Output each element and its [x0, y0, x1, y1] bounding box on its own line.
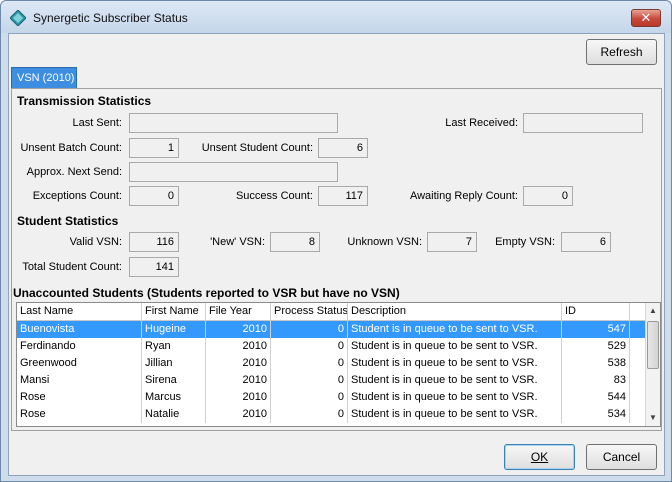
cell-id: 534	[562, 406, 630, 423]
cell-id: 538	[562, 355, 630, 372]
unsent-batch-value: 1	[129, 138, 179, 158]
refresh-label: Refresh	[600, 45, 643, 59]
table-row[interactable]: Ferdinando Ryan 2010 0 Student is in que…	[17, 338, 645, 355]
empty-vsn-value: 6	[561, 232, 611, 252]
unsent-student-value: 6	[318, 138, 368, 158]
dialog-body: Refresh VSN (2010) Transmission Statisti…	[8, 33, 665, 476]
scroll-down-arrow-icon[interactable]: ▼	[649, 413, 657, 422]
unknown-vsn-value: 7	[427, 232, 477, 252]
ok-label: OK	[530, 450, 549, 464]
cell-id: 547	[562, 321, 630, 338]
cell-last-name: Buenovista	[17, 321, 142, 338]
cell-description: Student is in queue to be sent to VSR.	[348, 338, 562, 355]
unsent-batch-label: Unsent Batch Count:	[20, 142, 122, 154]
cancel-label: Cancel	[602, 450, 641, 464]
valid-vsn-label: Valid VSN:	[69, 236, 122, 248]
cell-id: 83	[562, 372, 630, 389]
cell-last-name: Rose	[17, 406, 142, 423]
cell-id: 544	[562, 389, 630, 406]
awaiting-value: 0	[523, 186, 573, 206]
last-sent-label: Last Sent:	[72, 117, 122, 129]
cell-first-name: Natalie	[142, 406, 206, 423]
awaiting-label: Awaiting Reply Count:	[409, 190, 518, 202]
unaccounted-heading: Unaccounted Students (Students reported …	[13, 286, 400, 300]
col-header-description[interactable]: Description	[348, 303, 562, 320]
cell-process-status: 0	[271, 338, 348, 355]
grid-header: Last Name First Name File Year Process S…	[17, 303, 645, 321]
col-header-first-name[interactable]: First Name	[142, 303, 206, 320]
last-sent-field	[129, 113, 338, 133]
ok-button[interactable]: OK	[504, 444, 575, 470]
table-row[interactable]: Mansi Sirena 2010 0 Student is in queue …	[17, 372, 645, 389]
unaccounted-grid[interactable]: Last Name First Name File Year Process S…	[16, 302, 661, 427]
total-count-label: Total Student Count:	[22, 261, 122, 273]
cell-file-year: 2010	[206, 389, 271, 406]
success-value: 117	[318, 186, 368, 206]
table-row[interactable]: Buenovista Hugeine 2010 0 Student is in …	[17, 321, 645, 338]
dialog-window: Synergetic Subscriber Status ✕ Refresh V…	[0, 0, 672, 482]
cell-process-status: 0	[271, 355, 348, 372]
refresh-button[interactable]: Refresh	[586, 39, 657, 65]
grid-vertical-scrollbar[interactable]: ▲ ▼	[645, 303, 660, 426]
scroll-up-arrow-icon[interactable]: ▲	[649, 306, 657, 315]
cell-last-name: Mansi	[17, 372, 142, 389]
cell-id: 529	[562, 338, 630, 355]
app-diamond-icon	[10, 10, 26, 26]
close-button[interactable]: ✕	[631, 9, 661, 27]
col-header-id[interactable]: ID	[562, 303, 630, 320]
cell-file-year: 2010	[206, 355, 271, 372]
col-header-file-year[interactable]: File Year	[206, 303, 271, 320]
cell-first-name: Hugeine	[142, 321, 206, 338]
cell-file-year: 2010	[206, 406, 271, 423]
new-vsn-value: 8	[270, 232, 320, 252]
cell-last-name: Greenwood	[17, 355, 142, 372]
tab-vsn-2010[interactable]: VSN (2010)	[11, 67, 77, 88]
cell-last-name: Ferdinando	[17, 338, 142, 355]
last-received-field	[523, 113, 643, 133]
cell-process-status: 0	[271, 406, 348, 423]
close-icon: ✕	[640, 10, 652, 25]
cell-description: Student is in queue to be sent to VSR.	[348, 389, 562, 406]
tab-label: VSN (2010)	[17, 72, 75, 84]
cell-process-status: 0	[271, 321, 348, 338]
last-received-label: Last Received:	[445, 117, 518, 129]
cell-first-name: Marcus	[142, 389, 206, 406]
cell-first-name: Ryan	[142, 338, 206, 355]
cell-description: Student is in queue to be sent to VSR.	[348, 355, 562, 372]
cell-description: Student is in queue to be sent to VSR.	[348, 372, 562, 389]
cell-file-year: 2010	[206, 372, 271, 389]
cell-process-status: 0	[271, 372, 348, 389]
cancel-button[interactable]: Cancel	[586, 444, 657, 470]
table-row[interactable]: Rose Marcus 2010 0 Student is in queue t…	[17, 389, 645, 406]
cell-first-name: Jillian	[142, 355, 206, 372]
valid-vsn-value: 116	[129, 232, 179, 252]
transmission-heading: Transmission Statistics	[17, 94, 152, 108]
cell-description: Student is in queue to be sent to VSR.	[348, 321, 562, 338]
cell-last-name: Rose	[17, 389, 142, 406]
student-heading: Student Statistics	[17, 214, 119, 228]
col-header-process-status[interactable]: Process Status	[271, 303, 348, 320]
scroll-thumb[interactable]	[647, 321, 659, 369]
vsn-panel: Transmission Statistics Last Sent: Last …	[11, 88, 662, 431]
cell-process-status: 0	[271, 389, 348, 406]
col-header-last-name[interactable]: Last Name	[17, 303, 142, 320]
next-send-field	[129, 162, 338, 182]
success-label: Success Count:	[235, 190, 313, 202]
total-count-value: 141	[129, 257, 179, 277]
window-title: Synergetic Subscriber Status	[33, 11, 188, 25]
cell-description: Student is in queue to be sent to VSR.	[348, 406, 562, 423]
exceptions-label: Exceptions Count:	[32, 190, 122, 202]
unknown-vsn-label: Unknown VSN:	[347, 236, 422, 248]
title-bar[interactable]: Synergetic Subscriber Status ✕	[1, 1, 671, 33]
empty-vsn-label: Empty VSN:	[495, 236, 555, 248]
new-vsn-label: 'New' VSN:	[210, 236, 265, 248]
unsent-student-label: Unsent Student Count:	[201, 142, 313, 154]
table-row[interactable]: Rose Natalie 2010 0 Student is in queue …	[17, 406, 645, 423]
table-row[interactable]: Greenwood Jillian 2010 0 Student is in q…	[17, 355, 645, 372]
cell-first-name: Sirena	[142, 372, 206, 389]
next-send-label: Approx. Next Send:	[26, 166, 122, 178]
exceptions-value: 0	[129, 186, 179, 206]
cell-file-year: 2010	[206, 338, 271, 355]
cell-file-year: 2010	[206, 321, 271, 338]
